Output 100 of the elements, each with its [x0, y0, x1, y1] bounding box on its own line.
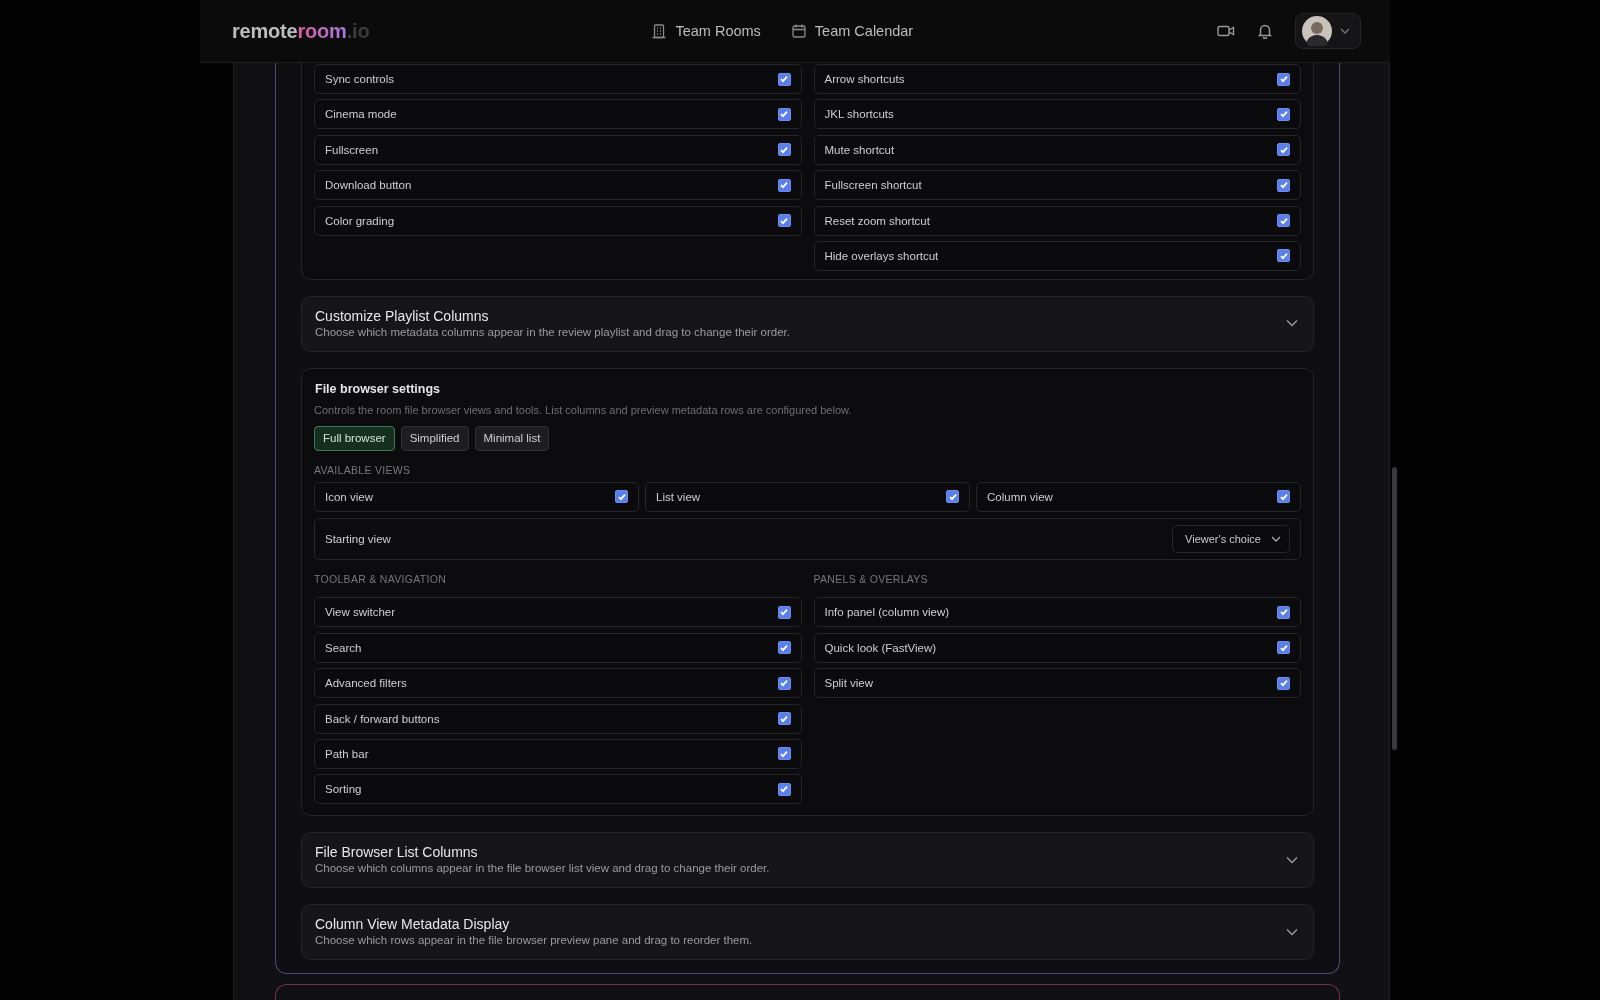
- checkbox[interactable]: [1277, 490, 1290, 504]
- building-icon: [651, 23, 668, 39]
- checkbox-row[interactable]: Back / forward buttons: [314, 703, 802, 734]
- collapsible-section[interactable]: File Browser List Columns Choose which columns appear in the file browser list view and drag to change their order.: [301, 832, 1314, 889]
- checkbox[interactable]: [1277, 178, 1290, 192]
- checkbox[interactable]: [1277, 249, 1290, 263]
- checkbox-row[interactable]: View switcher: [314, 597, 802, 628]
- checkbox-row[interactable]: Hide overlays shortcut: [813, 240, 1301, 271]
- option-label: Hide overlays shortcut: [824, 249, 939, 262]
- option-label: Mute shortcut: [824, 143, 895, 156]
- checkbox[interactable]: [777, 747, 791, 761]
- collapsible-section[interactable]: Column View Metadata Display Choose which rows appear in the file browser preview pane and drag to reorder them.: [301, 904, 1314, 961]
- section-title: File Browser List Columns: [315, 843, 479, 862]
- section-title: File browser settings: [315, 380, 442, 397]
- checkbox[interactable]: [777, 641, 791, 655]
- collapsible-section[interactable]: Customize Playlist Columns Choose which metadata columns appear in the review playlist and drag to change their order.: [301, 295, 1314, 352]
- option-label: Reset zoom shortcut: [824, 214, 930, 227]
- checkbox-row[interactable]: Quick look (FastView): [813, 632, 1301, 663]
- option-label: Starting view: [325, 532, 391, 545]
- option-label: Icon view: [325, 490, 373, 503]
- checkbox-row[interactable]: Path bar: [314, 738, 802, 769]
- section-description: Controls the room file browser views and tools. List columns and preview metadata rows are configured below.: [314, 402, 853, 417]
- chevron-icon: [1340, 28, 1350, 34]
- section-description: Choose which rows appear in the file browser preview pane and drag to reorder them.: [315, 933, 754, 949]
- section-description: Choose which metadata columns appear in the review playlist and drag to change their order.: [315, 324, 791, 340]
- checkbox-row[interactable]: Fullscreen shortcut: [813, 170, 1301, 201]
- checkbox[interactable]: [777, 782, 791, 796]
- checkbox[interactable]: [777, 605, 791, 619]
- option-label: Sorting: [325, 783, 362, 796]
- nav-link[interactable]: Team Calendar: [790, 23, 914, 39]
- account-menu-button[interactable]: [1295, 13, 1361, 49]
- checkbox[interactable]: [1277, 605, 1290, 619]
- checkbox[interactable]: [777, 72, 791, 86]
- checkbox[interactable]: [777, 143, 791, 157]
- checkbox-row[interactable]: Download button: [314, 170, 802, 201]
- checkbox-row[interactable]: Sync controls: [314, 64, 802, 94]
- checkbox-row[interactable]: Sorting: [314, 774, 802, 805]
- checkbox-row[interactable]: JKL shortcuts: [813, 99, 1301, 130]
- option-label: Fullscreen shortcut: [824, 179, 922, 192]
- checkbox-row[interactable]: Arrow shortcuts: [813, 64, 1301, 94]
- option-label: Path bar: [325, 747, 369, 760]
- section-title: Customize Playlist Columns: [315, 306, 490, 325]
- group-heading: AVAILABLE VIEWS: [314, 462, 412, 477]
- preset-button[interactable]: Simplified: [400, 425, 469, 451]
- checkbox[interactable]: [1277, 641, 1290, 655]
- checkbox[interactable]: [777, 214, 791, 228]
- checkbox-row[interactable]: Fullscreen: [314, 134, 802, 165]
- avatar: [1302, 16, 1332, 46]
- option-label: Sync controls: [325, 73, 395, 85]
- checkbox-row[interactable]: Cinema mode: [314, 99, 802, 130]
- checkbox-row[interactable]: Icon view: [314, 481, 639, 512]
- group-heading: TOOLBAR & NAVIGATION: [314, 571, 448, 586]
- checkbox-row[interactable]: Info panel (column view): [813, 597, 1301, 628]
- checkbox-row[interactable]: Reset zoom shortcut: [813, 205, 1301, 236]
- chevron-icon[interactable]: [1286, 319, 1298, 328]
- chevron-icon: [1271, 535, 1281, 542]
- checkbox-row[interactable]: Mute shortcut: [813, 134, 1301, 165]
- chevron-icon[interactable]: [1286, 927, 1298, 936]
- option-label: Search: [325, 641, 362, 654]
- checkbox-row[interactable]: List view: [645, 481, 970, 512]
- option-label: Advanced filters: [325, 677, 407, 690]
- video-camera-icon[interactable]: [1217, 24, 1235, 38]
- checkbox[interactable]: [615, 490, 628, 504]
- checkbox[interactable]: [777, 712, 791, 725]
- checkbox[interactable]: [1277, 214, 1290, 228]
- option-label: Download button: [325, 179, 412, 192]
- option-label: Quick look (FastView): [824, 641, 937, 654]
- checkbox-row[interactable]: Search: [314, 632, 802, 663]
- option-label: Split view: [824, 677, 874, 690]
- checkbox[interactable]: [777, 676, 791, 690]
- checkbox[interactable]: [1277, 676, 1290, 690]
- checkbox[interactable]: [946, 490, 959, 504]
- checkbox-row[interactable]: Advanced filters: [314, 668, 802, 699]
- option-label: Cinema mode: [325, 108, 397, 121]
- option-label: Info panel (column view): [824, 606, 950, 619]
- option-label: List view: [656, 490, 701, 503]
- option-label: Back / forward buttons: [325, 712, 440, 725]
- checkbox[interactable]: [1277, 143, 1290, 157]
- chevron-icon[interactable]: [1286, 855, 1298, 864]
- scrollbar-thumb[interactable]: [1392, 467, 1397, 750]
- checkbox[interactable]: [1277, 72, 1290, 86]
- checkbox[interactable]: [777, 178, 791, 192]
- calendar-icon: [790, 23, 807, 39]
- option-label: Arrow shortcuts: [824, 73, 905, 85]
- checkbox[interactable]: [777, 107, 791, 121]
- checkbox-row[interactable]: Split view: [813, 668, 1301, 699]
- notification-bell-icon[interactable]: [1257, 23, 1273, 39]
- option-label: Fullscreen: [325, 143, 379, 156]
- nav-link[interactable]: Team Rooms: [651, 23, 761, 39]
- starting-view-select[interactable]: Viewer's choice: [1172, 524, 1290, 553]
- section-description: Choose which columns appear in the file browser list view and drag to change their order.: [315, 861, 771, 877]
- option-label: Column view: [987, 490, 1053, 503]
- option-label: JKL shortcuts: [824, 108, 894, 121]
- preset-button[interactable]: Minimal list: [474, 425, 550, 451]
- checkbox-row[interactable]: Color grading: [314, 205, 802, 236]
- section-title: Column View Metadata Display: [315, 915, 511, 934]
- checkbox[interactable]: [1277, 107, 1290, 121]
- checkbox-row[interactable]: Column view: [976, 481, 1301, 512]
- preset-button[interactable]: Full browser: [314, 425, 395, 451]
- group-heading: PANELS & OVERLAYS: [813, 571, 929, 586]
